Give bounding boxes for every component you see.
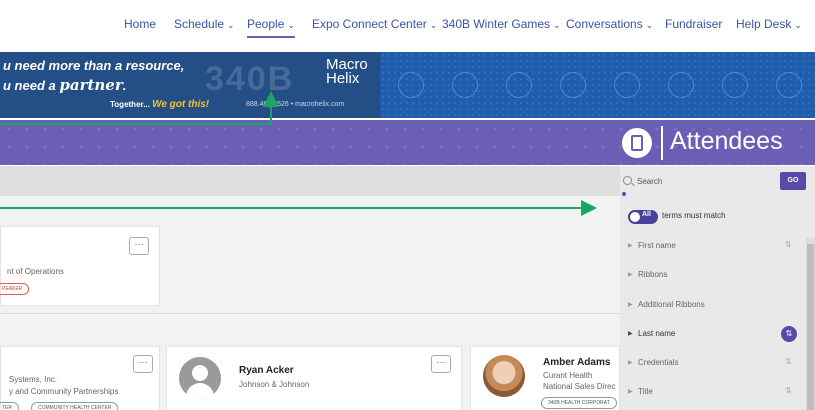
chevron-down-icon: ⌄ xyxy=(794,20,802,30)
ribbon-badge: COMMUNITY HEALTH CENTER xyxy=(31,402,119,410)
nav-schedule[interactable]: Schedule ⌄ xyxy=(174,17,235,31)
ad-contact: 888.462.4526 • macrohelix.com xyxy=(246,101,345,108)
scrollbar-thumb[interactable] xyxy=(807,244,814,410)
attendee-title: nt of Operations xyxy=(7,267,64,276)
avatar xyxy=(483,355,525,397)
ad-headline: u need more than a resource, xyxy=(3,58,185,73)
chevron-right-icon: ▶ xyxy=(628,389,633,395)
decorative-circle xyxy=(722,72,748,98)
nav-340b-winter-games[interactable]: 340B Winter Games ⌄ xyxy=(442,17,561,31)
sort-icon[interactable]: ⇅ xyxy=(785,240,792,249)
match-all-toggle[interactable]: All xyxy=(628,210,658,224)
ad-watermark: 340B xyxy=(205,60,295,98)
filter-ribbons[interactable]: ▶ Ribbons xyxy=(620,263,805,291)
ribbon-badge: TER xyxy=(0,402,19,410)
avatar xyxy=(179,357,221,399)
more-options-button[interactable]: ··· xyxy=(129,237,149,255)
ad-panel: 340B u need more than a resource, u need… xyxy=(0,52,380,118)
search-icon xyxy=(623,176,632,185)
attendee-card[interactable]: Ryan Acker Johnson & Johnson ··· xyxy=(166,346,462,410)
chevron-right-icon: ▶ xyxy=(628,272,633,278)
banner-pattern xyxy=(380,52,815,118)
chevron-right-icon: ▶ xyxy=(628,360,633,366)
attendee-org: Curant Health xyxy=(543,371,593,380)
toggle-knob xyxy=(630,212,640,222)
decorative-circle xyxy=(506,72,532,98)
attendee-card[interactable]: Amber Adams Curant Health National Sales… xyxy=(470,346,620,410)
ribbon-badge: 340B HEALTH CORPORAT xyxy=(541,397,617,409)
section-divider xyxy=(0,313,620,314)
ribbon-badge: PEAKER xyxy=(0,283,30,295)
attendee-name[interactable]: Ryan Acker xyxy=(239,365,294,376)
search-indicator xyxy=(622,192,626,196)
header-divider xyxy=(661,126,663,160)
decorative-circle xyxy=(614,72,640,98)
chevron-down-icon: ⌄ xyxy=(429,20,438,30)
banner-ad[interactable]: 340B u need more than a resource, u need… xyxy=(0,52,815,118)
page-title: Attendees xyxy=(670,127,783,155)
chevron-down-icon: ⌄ xyxy=(287,20,295,30)
chevron-down-icon: ⌄ xyxy=(645,20,654,30)
filter-first-name[interactable]: ▶ First name ⇅ xyxy=(620,234,805,262)
attendee-card[interactable]: ··· Systems, Inc. y and Community Partne… xyxy=(0,346,160,410)
nav-fundraiser[interactable]: Fundraiser xyxy=(665,17,722,31)
more-options-button[interactable]: ··· xyxy=(431,355,451,373)
toolbar xyxy=(0,166,620,196)
decorative-circle xyxy=(560,72,586,98)
more-options-button[interactable]: ··· xyxy=(133,355,153,373)
sort-icon[interactable]: ⇅ xyxy=(785,357,792,366)
filter-credentials[interactable]: ▶ Credentials ⇅ xyxy=(620,351,805,379)
decorative-circle xyxy=(668,72,694,98)
search-input[interactable] xyxy=(637,173,772,189)
nav-expo-connect-center[interactable]: Expo Connect Center ⌄ xyxy=(312,17,437,31)
chevron-right-icon: ▶ xyxy=(628,243,633,249)
go-button[interactable]: GO xyxy=(780,172,806,190)
attendee-name[interactable]: Amber Adams xyxy=(543,357,610,368)
attendee-list: ··· nt of Operations PEAKER ··· Systems,… xyxy=(0,196,620,410)
nav-people[interactable]: People ⌄ xyxy=(247,17,295,38)
attendee-org: Systems, Inc. xyxy=(9,375,58,384)
attendee-org: Johnson & Johnson xyxy=(239,380,310,389)
chevron-down-icon: ⌄ xyxy=(553,20,561,30)
filter-title[interactable]: ▶ Title ⇅ xyxy=(620,380,805,408)
top-nav: Home Schedule ⌄ People ⌄ Expo Connect Cent… xyxy=(0,0,815,50)
filter-scrollbar[interactable] xyxy=(806,238,815,410)
filter-last-name[interactable]: ▶ Last name ⇅ xyxy=(620,322,805,350)
attendee-title: National Sales Direc xyxy=(543,382,616,391)
ad-subheadline: u need a partner. xyxy=(3,76,127,94)
decorative-circle xyxy=(452,72,478,98)
nav-home[interactable]: Home xyxy=(124,17,156,31)
sort-icon[interactable]: ⇅ xyxy=(785,386,792,395)
chevron-right-icon: ▶ xyxy=(628,331,633,337)
attendee-card[interactable]: ··· nt of Operations PEAKER xyxy=(0,226,160,306)
ad-tagline: Together... We got this! xyxy=(110,99,210,110)
attendee-title: y and Community Partnerships xyxy=(9,387,119,396)
toggle-label: terms must match xyxy=(662,211,726,220)
chevron-down-icon: ⌄ xyxy=(227,20,235,30)
decorative-circle xyxy=(776,72,802,98)
decorative-circle xyxy=(398,72,424,98)
page: Home Schedule ⌄ People ⌄ Expo Connect Cent… xyxy=(0,0,815,410)
chevron-right-icon: ▶ xyxy=(628,302,633,308)
filter-additional-ribbons[interactable]: ▶ Additional Ribbons xyxy=(620,293,805,321)
attendees-icon xyxy=(622,128,652,158)
sort-icon[interactable]: ⇅ xyxy=(781,326,797,342)
nav-conversations[interactable]: Conversations ⌄ xyxy=(566,17,653,31)
nav-help-desk[interactable]: Help Desk ⌄ xyxy=(736,17,802,31)
macro-helix-logo: Macro Helix xyxy=(326,56,368,87)
